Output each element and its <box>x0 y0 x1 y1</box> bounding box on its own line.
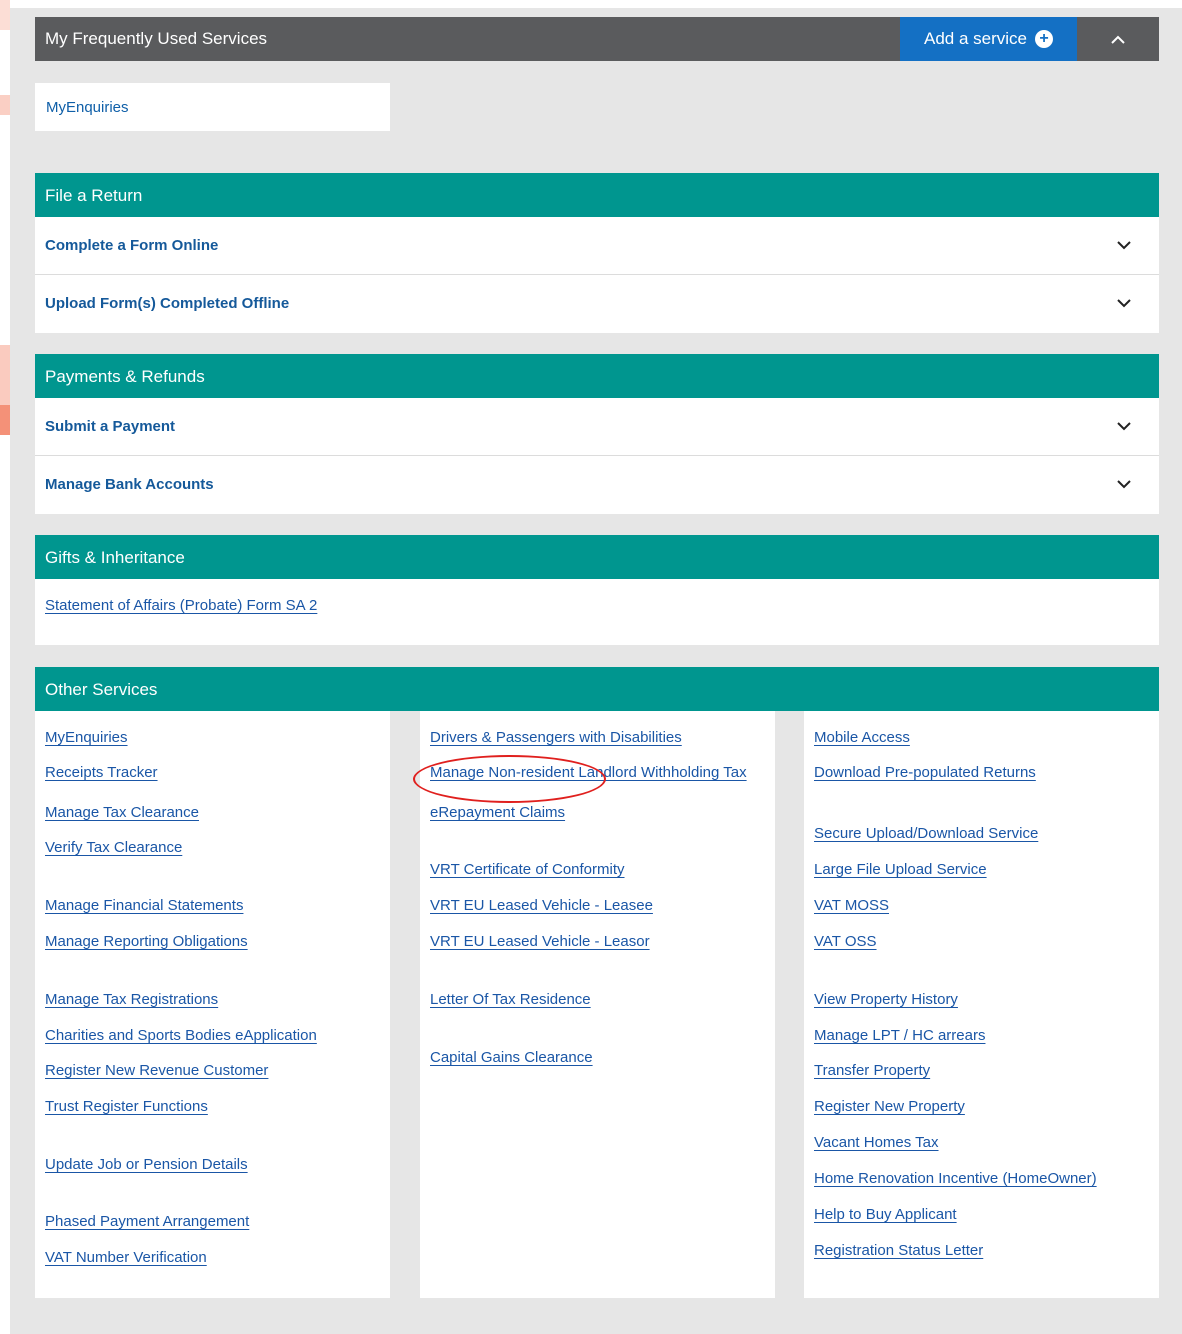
frequent-service-card[interactable]: MyEnquiries <box>35 83 390 131</box>
service-link[interactable]: Manage Tax Registrations <box>45 991 218 1008</box>
left-edge-mark <box>0 0 10 30</box>
service-link[interactable]: Verify Tax Clearance <box>45 839 182 856</box>
service-link[interactable]: Manage Reporting Obligations <box>45 933 248 950</box>
accordion-label: Complete a Form Online <box>45 237 219 254</box>
accordion-manage-bank-accounts[interactable]: Manage Bank Accounts <box>35 456 1159 514</box>
payments-refunds-header: Payments & Refunds <box>35 354 1159 398</box>
section-title: Payments & Refunds <box>45 367 205 386</box>
service-link[interactable]: Manage LPT / HC arrears <box>814 1027 985 1044</box>
service-link[interactable]: Receipts Tracker <box>45 764 158 781</box>
left-edge-mark <box>0 95 10 115</box>
accordion-submit-payment[interactable]: Submit a Payment <box>35 398 1159 456</box>
other-services-column-2: Drivers & Passengers with Disabilities M… <box>420 711 775 1298</box>
chevron-down-icon <box>1117 422 1131 431</box>
chevron-up-icon <box>1111 35 1125 44</box>
file-a-return-body: Complete a Form Online Upload Form(s) Co… <box>35 217 1159 333</box>
service-link[interactable]: Phased Payment Arrangement <box>45 1213 249 1230</box>
service-link[interactable]: VAT MOSS <box>814 897 889 914</box>
accordion-label: Submit a Payment <box>45 418 176 435</box>
section-title: Other Services <box>45 680 158 699</box>
frequently-used-header: My Frequently Used Services Add a servic… <box>35 17 1159 61</box>
collapse-button[interactable] <box>1077 17 1159 61</box>
service-link[interactable]: Home Renovation Incentive (HomeOwner) <box>814 1170 1097 1187</box>
gifts-inheritance-body: Statement of Affairs (Probate) Form SA 2 <box>35 579 1159 645</box>
gifts-inheritance-header: Gifts & Inheritance <box>35 535 1159 579</box>
service-link[interactable]: Help to Buy Applicant <box>814 1206 957 1223</box>
accordion-upload-forms-offline[interactable]: Upload Form(s) Completed Offline <box>35 275 1159 333</box>
service-link[interactable]: Charities and Sports Bodies eApplication <box>45 1027 317 1044</box>
frequent-service-myenquiries-link[interactable]: MyEnquiries <box>46 99 129 116</box>
service-link[interactable]: Manage Financial Statements <box>45 897 243 914</box>
service-link[interactable]: Vacant Homes Tax <box>814 1134 939 1151</box>
file-a-return-header: File a Return <box>35 173 1159 217</box>
service-link[interactable]: View Property History <box>814 991 958 1008</box>
service-link[interactable]: Trust Register Functions <box>45 1098 208 1115</box>
service-link[interactable]: VAT OSS <box>814 933 877 950</box>
chevron-down-icon <box>1117 480 1131 489</box>
service-link[interactable]: Large File Upload Service <box>814 861 987 878</box>
service-link[interactable]: Capital Gains Clearance <box>430 1049 593 1066</box>
service-link[interactable]: Drivers & Passengers with Disabilities <box>430 729 682 746</box>
service-link[interactable]: Manage Non-resident Landlord Withholding… <box>430 764 747 781</box>
service-link[interactable]: VRT EU Leased Vehicle - Leasor <box>430 933 650 950</box>
service-link[interactable]: Transfer Property <box>814 1062 930 1079</box>
service-link[interactable]: MyEnquiries <box>45 729 128 746</box>
service-link[interactable]: Secure Upload/Download Service <box>814 825 1038 842</box>
other-services-column-3: Mobile Access Download Pre-populated Ret… <box>804 711 1159 1298</box>
section-title: File a Return <box>45 186 143 205</box>
add-service-label: Add a service <box>924 29 1027 48</box>
plus-circle-icon: + <box>1035 30 1053 48</box>
add-service-button[interactable]: Add a service + <box>900 17 1077 61</box>
service-link[interactable]: Update Job or Pension Details <box>45 1156 248 1173</box>
service-link[interactable]: Register New Property <box>814 1098 965 1115</box>
service-link[interactable]: VRT Certificate of Conformity <box>430 861 625 878</box>
statement-of-affairs-link[interactable]: Statement of Affairs (Probate) Form SA 2 <box>45 597 317 614</box>
section-title: Gifts & Inheritance <box>45 548 185 567</box>
service-link[interactable]: Mobile Access <box>814 729 910 746</box>
frequently-used-title: My Frequently Used Services <box>45 29 268 48</box>
other-services-column-1: MyEnquiries Receipts Tracker Manage Tax … <box>35 711 390 1298</box>
accordion-label: Manage Bank Accounts <box>45 476 214 493</box>
service-link[interactable]: Download Pre-populated Returns <box>814 764 1036 781</box>
service-link[interactable]: eRepayment Claims <box>430 804 565 821</box>
service-link[interactable]: VAT Number Verification <box>45 1249 207 1266</box>
left-edge-mark <box>0 405 10 435</box>
service-link[interactable]: VRT EU Leased Vehicle - Leasee <box>430 897 653 914</box>
service-link[interactable]: Manage Tax Clearance <box>45 804 199 821</box>
service-link[interactable]: Letter Of Tax Residence <box>430 991 591 1008</box>
service-link[interactable]: Register New Revenue Customer <box>45 1062 268 1079</box>
service-link[interactable]: Registration Status Letter <box>814 1242 983 1259</box>
other-services-header: Other Services <box>35 667 1159 711</box>
chevron-down-icon <box>1117 299 1131 308</box>
payments-refunds-body: Submit a Payment Manage Bank Accounts <box>35 398 1159 514</box>
chevron-down-icon <box>1117 241 1131 250</box>
accordion-label: Upload Form(s) Completed Offline <box>45 295 290 312</box>
accordion-complete-form-online[interactable]: Complete a Form Online <box>35 217 1159 275</box>
